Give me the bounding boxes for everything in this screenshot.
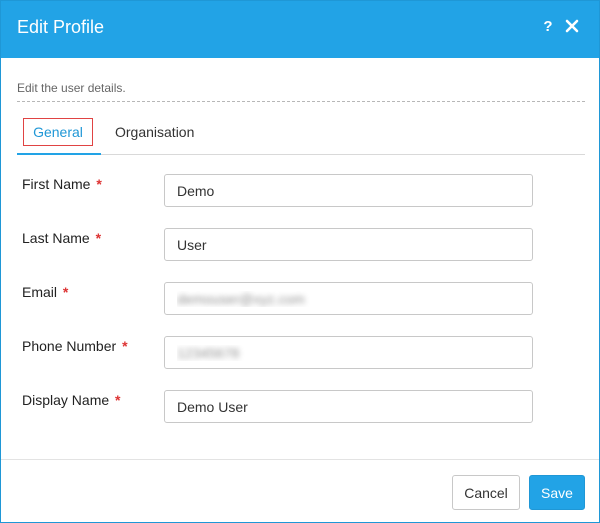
email-input[interactable] — [164, 282, 533, 315]
display-name-label: Display Name * — [22, 392, 120, 408]
profile-tabs: General Organisation — [17, 117, 585, 155]
tab-organisation[interactable]: Organisation — [115, 117, 215, 155]
first-name-input[interactable] — [164, 174, 533, 207]
dialog-titlebar: Edit Profile ? — [1, 1, 599, 58]
last-name-label-text: Last Name — [22, 230, 90, 246]
last-name-label: Last Name * — [22, 230, 101, 246]
required-marker: * — [115, 392, 121, 408]
cancel-button[interactable]: Cancel — [452, 475, 520, 510]
first-name-label-text: First Name — [22, 176, 91, 192]
email-label-text: Email — [22, 284, 58, 300]
save-button[interactable]: Save — [529, 475, 585, 510]
edit-profile-dialog: Edit Profile ? Edit the user details. Ge… — [0, 0, 600, 523]
phone-number-label: Phone Number * — [22, 338, 128, 354]
display-name-input[interactable] — [164, 390, 533, 423]
tab-organisation-label: Organisation — [115, 124, 195, 140]
display-name-label-text: Display Name — [22, 392, 110, 408]
required-marker: * — [122, 338, 128, 354]
close-icon[interactable] — [565, 19, 581, 39]
phone-number-input[interactable] — [164, 336, 533, 369]
help-icon[interactable]: ? — [541, 18, 555, 38]
tab-general-label: General — [23, 118, 93, 146]
dialog-subtitle: Edit the user details. — [17, 81, 126, 95]
last-name-input[interactable] — [164, 228, 533, 261]
required-marker: * — [62, 284, 69, 300]
footer-divider — [1, 459, 599, 460]
tab-general[interactable]: General — [17, 117, 101, 155]
dialog-title: Edit Profile — [17, 17, 105, 37]
phone-number-label-text: Phone Number — [22, 338, 117, 354]
required-marker: * — [96, 176, 102, 192]
first-name-label: First Name * — [22, 176, 102, 192]
email-label: Email * — [22, 284, 68, 300]
subtitle-divider — [17, 101, 585, 102]
required-marker: * — [95, 230, 102, 246]
